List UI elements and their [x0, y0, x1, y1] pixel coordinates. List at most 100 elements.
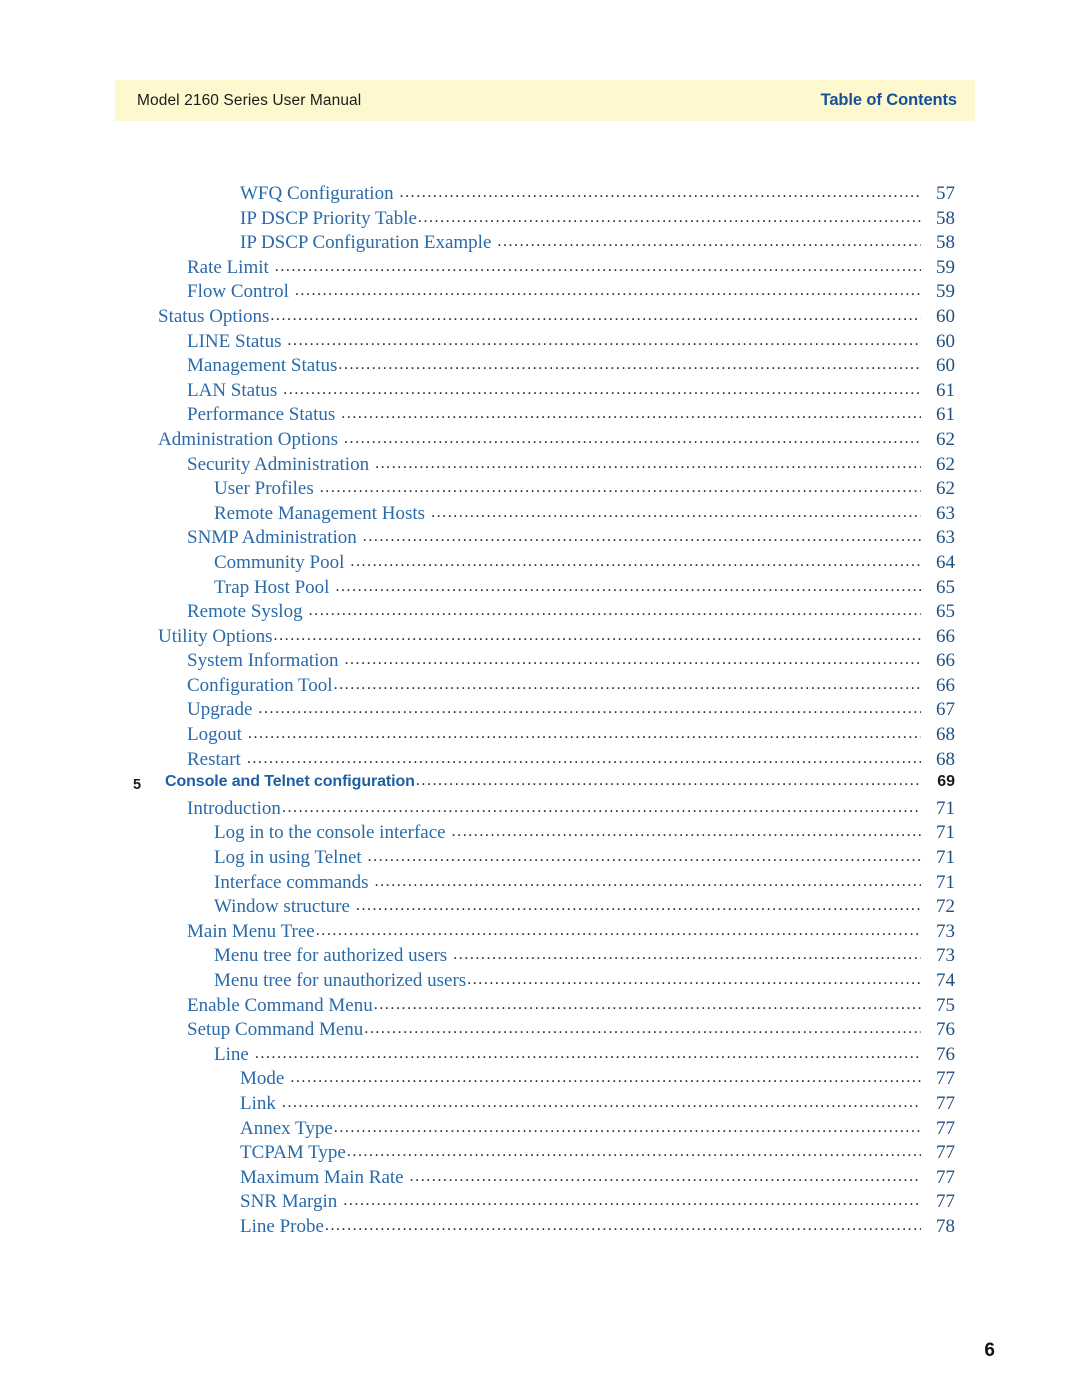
toc-row[interactable]: SNR Margin..............................…	[0, 1191, 1080, 1216]
toc-entry-page: 77	[936, 1166, 955, 1188]
toc-entry-page: 77	[936, 1191, 955, 1213]
leader-dots: ........................................…	[319, 479, 921, 497]
toc-row[interactable]: Performance Status......................…	[0, 404, 1080, 429]
toc-row[interactable]: LAN Status..............................…	[0, 380, 1080, 405]
toc-entry-label: User Profiles	[214, 478, 314, 500]
toc-row[interactable]: Community Pool..........................…	[0, 552, 1080, 577]
leader-dots: ........................................…	[247, 725, 921, 743]
toc-chapter-row[interactable]: 5 Console and Telnet configuration.......…	[0, 772, 1080, 798]
leader-dots: ........................................…	[373, 995, 921, 1013]
toc-entry-page: 77	[936, 1142, 955, 1164]
toc-entry-page: 60	[936, 355, 955, 377]
toc-row[interactable]: TCPAM Type..............................…	[0, 1142, 1080, 1167]
toc-row[interactable]: Restart.................................…	[0, 749, 1080, 774]
leader-dots: ........................................…	[308, 602, 921, 620]
leader-dots: ........................................…	[364, 1020, 921, 1038]
toc-row[interactable]: Log in to the console interface.........…	[0, 822, 1080, 847]
leader-dots: ........................................…	[467, 971, 921, 988]
toc-entry-page: 62	[936, 428, 955, 450]
toc-row[interactable]: Mode....................................…	[0, 1068, 1080, 1093]
leader-dots: ........................................…	[283, 380, 921, 398]
toc-row[interactable]: Flow Control............................…	[0, 281, 1080, 306]
leader-dots: ........................................…	[374, 872, 921, 890]
toc-entry-label: Restart	[187, 748, 241, 770]
leader-dots: ........................................…	[333, 675, 921, 693]
toc-entry-label: Security Administration	[187, 453, 370, 475]
manual-title: Model 2160 Series User Manual	[137, 91, 362, 109]
toc-row[interactable]: Enable Command Menu.....................…	[0, 995, 1080, 1020]
toc-row[interactable]: Trap Host Pool..........................…	[0, 577, 1080, 602]
toc-entry-label: IP DSCP Priority Table	[240, 207, 417, 229]
toc-entry-label: Trap Host Pool	[214, 576, 330, 598]
toc-row[interactable]: WFQ Configuration.......................…	[0, 183, 1080, 208]
toc-entry-page: 59	[936, 256, 955, 278]
toc-entry-label: Interface commands	[214, 871, 369, 893]
leader-dots: ........................................…	[451, 823, 921, 841]
toc-entry-label: Flow Control	[187, 281, 289, 303]
toc-entry-label: Menu tree for unauthorized users	[214, 970, 467, 991]
toc-row[interactable]: Annex Type..............................…	[0, 1118, 1080, 1143]
toc-entry-label: Line Probe	[240, 1215, 324, 1237]
toc-row[interactable]: Line Probe..............................…	[0, 1216, 1080, 1241]
toc-entry-page: 76	[936, 1043, 955, 1065]
toc-entry-label: Line	[214, 1043, 249, 1065]
toc-row[interactable]: Main Menu Tree..........................…	[0, 921, 1080, 946]
toc-row[interactable]: IP DSCP Priority Table..................…	[0, 208, 1080, 233]
toc-entry-label: WFQ Configuration	[240, 183, 394, 204]
toc-row[interactable]: Line....................................…	[0, 1044, 1080, 1069]
toc-entry-label: Log in using Telnet	[214, 847, 362, 869]
toc-row[interactable]: Administration Options..................…	[0, 429, 1080, 454]
toc-entry-page: 66	[936, 674, 955, 696]
toc-row[interactable]: User Profiles...........................…	[0, 478, 1080, 503]
toc-entry-page: 61	[936, 404, 955, 426]
leader-dots: ........................................…	[362, 528, 921, 546]
toc-entry-page: 58	[936, 207, 955, 229]
toc-row[interactable]: Window structure........................…	[0, 896, 1080, 921]
toc-row[interactable]: Interface commands......................…	[0, 872, 1080, 897]
leader-dots: ........................................…	[346, 1143, 921, 1161]
toc-entry-label: Annex Type	[240, 1117, 333, 1139]
toc-row[interactable]: Security Administration.................…	[0, 454, 1080, 479]
toc-entry-label: LAN Status	[187, 379, 278, 401]
toc-row[interactable]: Logout..................................…	[0, 724, 1080, 749]
toc-row[interactable]: Link....................................…	[0, 1093, 1080, 1118]
toc-entry-page: 77	[936, 1068, 955, 1090]
toc-row[interactable]: Remote Syslog...........................…	[0, 601, 1080, 626]
toc-row[interactable]: Management Status.......................…	[0, 355, 1080, 380]
toc-entry-label: Link	[240, 1092, 276, 1114]
toc-entry-label: Enable Command Menu	[187, 994, 373, 1016]
toc-row[interactable]: System Information......................…	[0, 650, 1080, 675]
toc-row[interactable]: Introduction............................…	[0, 798, 1080, 823]
section-title: Table of Contents	[820, 91, 958, 109]
toc-row[interactable]: Maximum Main Rate.......................…	[0, 1167, 1080, 1192]
toc-row[interactable]: Configuration Tool......................…	[0, 675, 1080, 700]
toc-entry-label: Logout	[187, 724, 242, 746]
toc-row[interactable]: IP DSCP Configuration Example...........…	[0, 232, 1080, 257]
toc-entry-label: Setup Command Menu	[187, 1019, 364, 1041]
toc-entry-page: 78	[936, 1215, 955, 1237]
toc-row[interactable]: Menu tree for unauthorized users........…	[0, 970, 1080, 995]
toc-row[interactable]: Log in using Telnet.....................…	[0, 847, 1080, 872]
toc-row[interactable]: Status Options..........................…	[0, 306, 1080, 331]
toc-row[interactable]: Utility Options.........................…	[0, 626, 1080, 651]
toc-row[interactable]: Remote Management Hosts.................…	[0, 503, 1080, 528]
leader-dots: ........................................…	[273, 626, 921, 644]
toc-row[interactable]: Upgrade.................................…	[0, 699, 1080, 724]
running-header: Model 2160 Series User Manual Table of C…	[115, 80, 975, 121]
toc-row[interactable]: Rate Limit..............................…	[0, 257, 1080, 282]
leader-dots: ........................................…	[274, 257, 921, 275]
toc-entry-page: 65	[936, 601, 955, 623]
toc-row[interactable]: SNMP Administration.....................…	[0, 527, 1080, 552]
leader-dots: ........................................…	[335, 577, 921, 595]
leader-dots: ........................................…	[258, 700, 921, 718]
toc-entry-label: Status Options	[158, 305, 270, 327]
toc-row[interactable]: Menu tree for authorized users..........…	[0, 945, 1080, 970]
toc-entry-page: 71	[936, 871, 955, 893]
toc-entry-page: 62	[936, 478, 955, 500]
toc-entry-page: 57	[936, 183, 955, 204]
toc-entry-label: Rate Limit	[187, 256, 269, 278]
toc-entry-page: 71	[936, 847, 955, 869]
toc-row[interactable]: Setup Command Menu......................…	[0, 1019, 1080, 1044]
toc-row[interactable]: LINE Status.............................…	[0, 331, 1080, 356]
toc-entry-page: 67	[936, 699, 955, 721]
